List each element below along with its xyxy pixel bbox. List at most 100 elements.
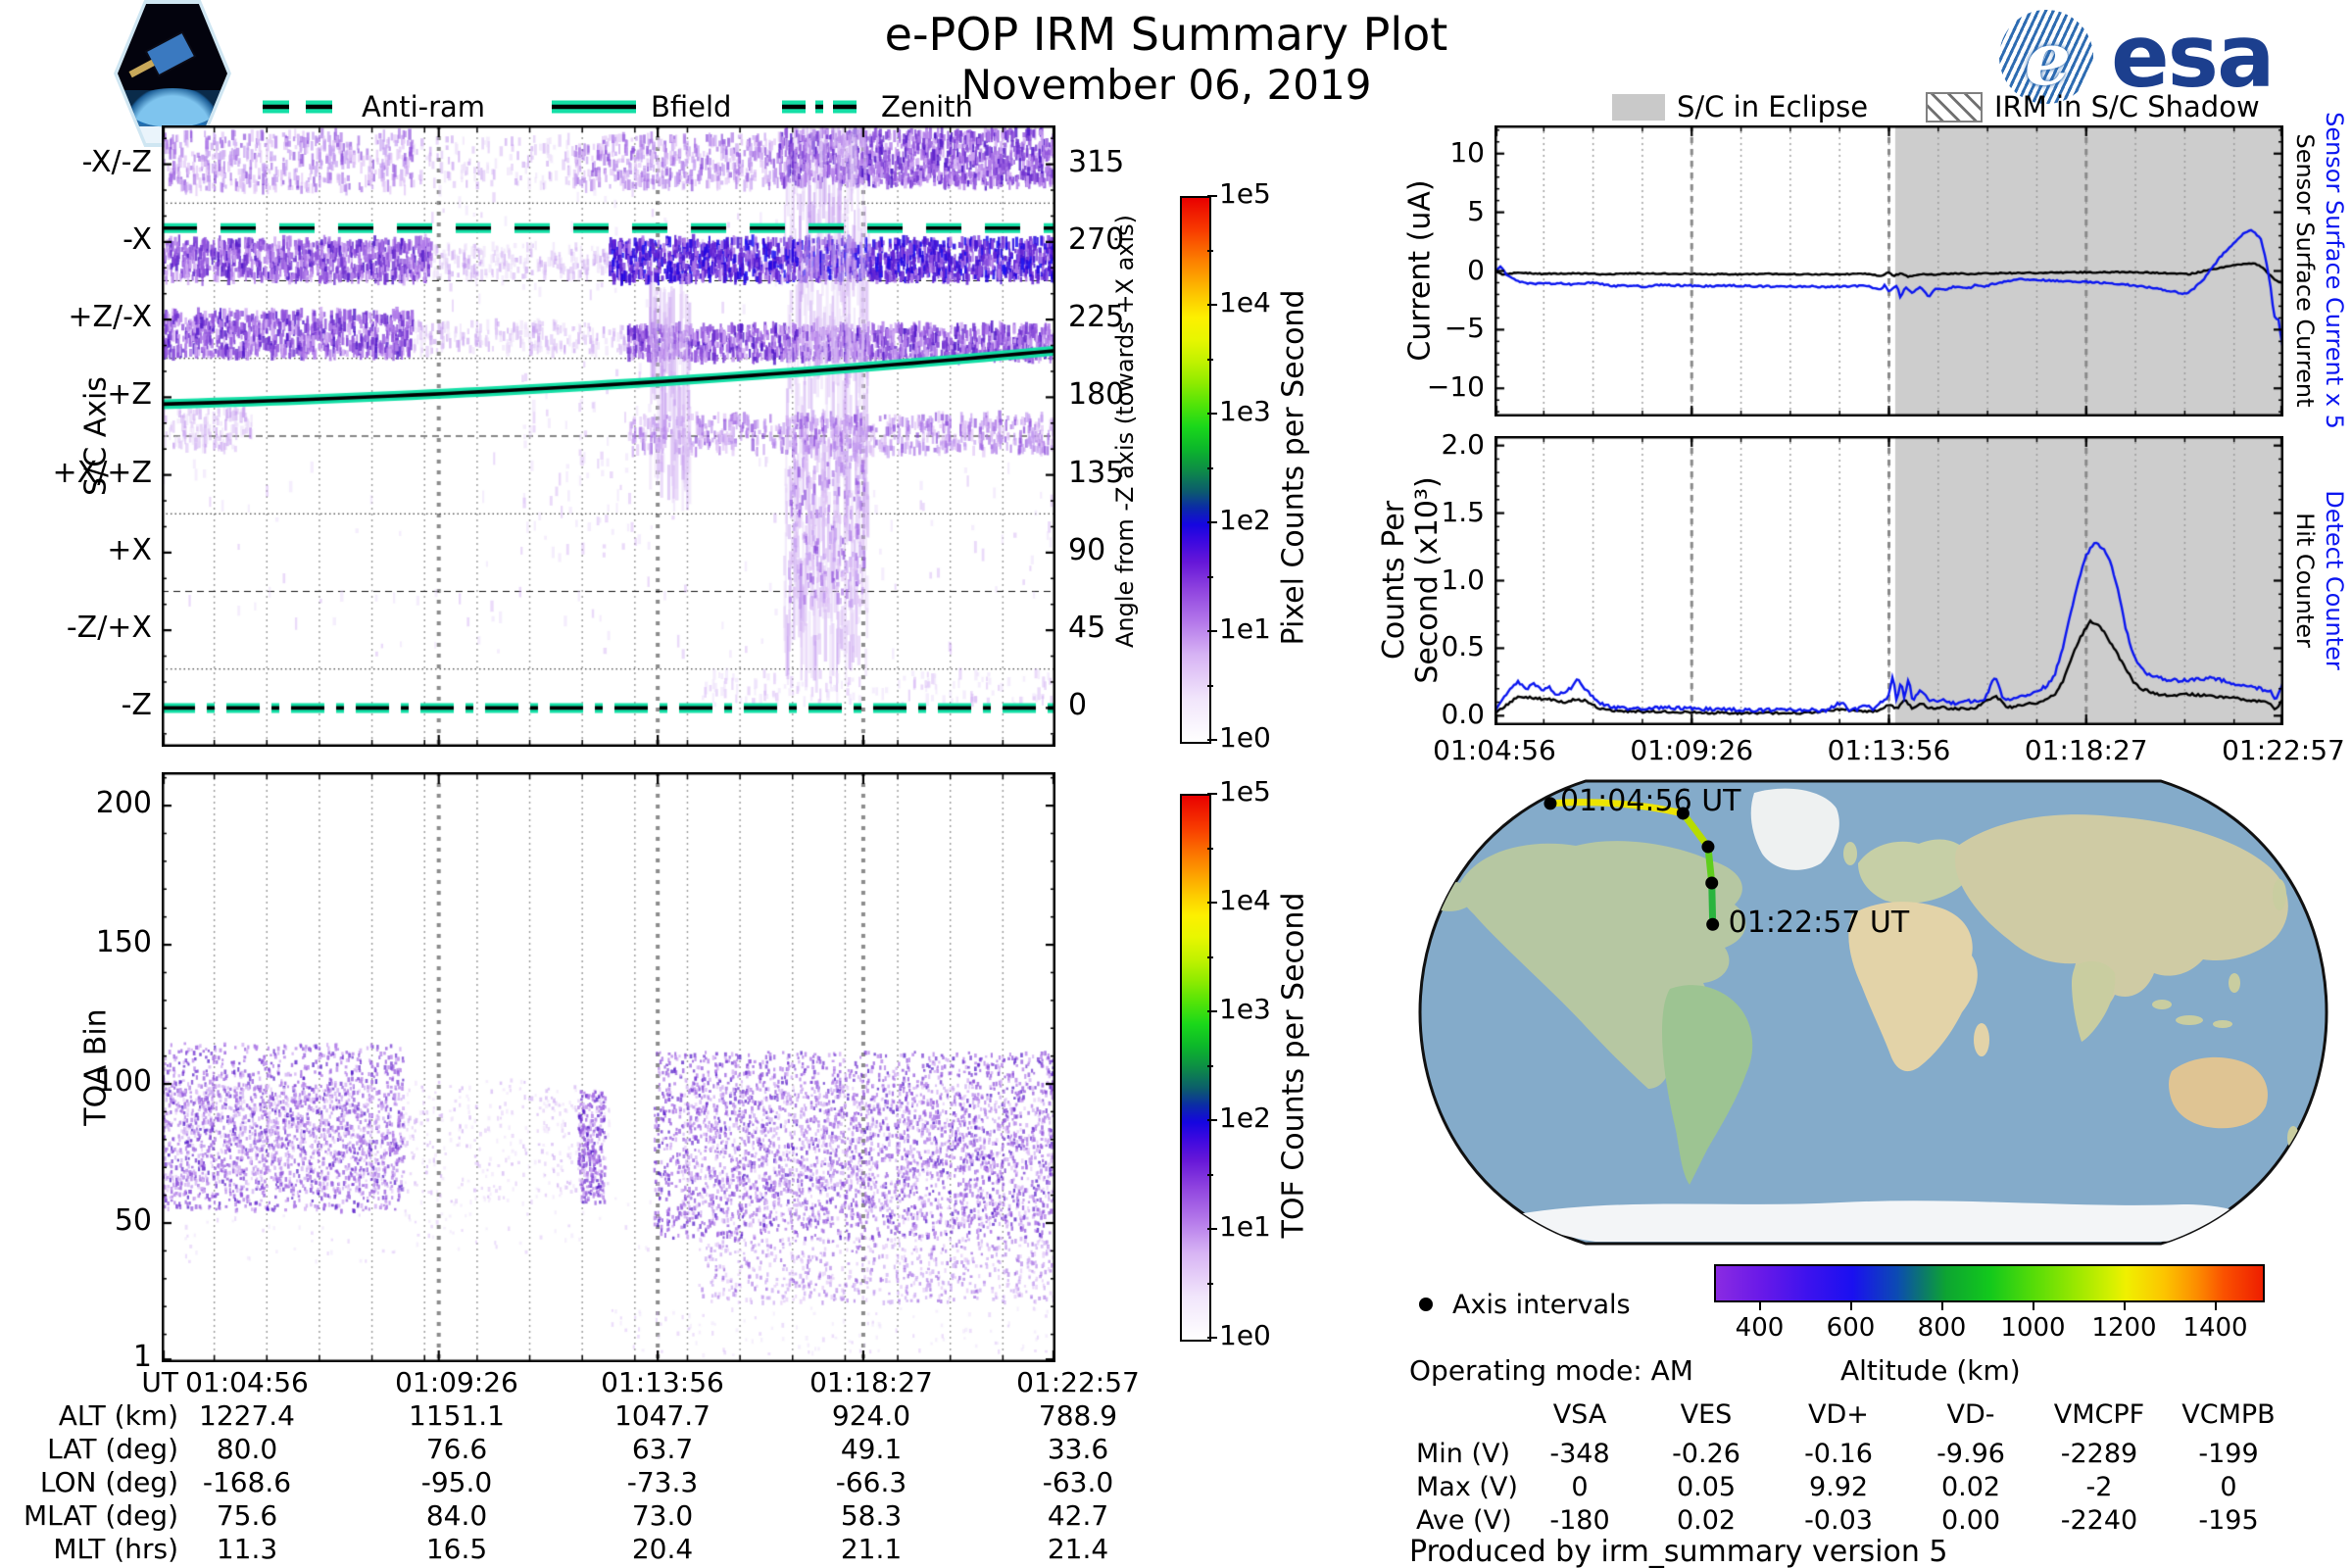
axis-interval-dot [1544, 797, 1557, 810]
british-isles [1843, 842, 1857, 865]
legend-zenith: Zenith [779, 90, 973, 123]
satellite-icon [147, 33, 194, 74]
tick-label: 200 [95, 786, 152, 821]
tick-label: 01:22:57 [2222, 734, 2345, 766]
track-start-label: 01:04:56 UT [1559, 783, 1741, 818]
axis-interval-dot [1705, 876, 1719, 890]
tick-mark [1207, 1337, 1217, 1339]
tick-label: 135 [1068, 455, 1125, 490]
legend-eclipse-label: S/C in Eclipse [1677, 90, 1869, 123]
tick-label: -X [122, 221, 152, 257]
tick-mark [1207, 739, 1217, 741]
voltage-column-header: VCMPB [2181, 1399, 2276, 1430]
tick-mark [1207, 304, 1217, 306]
tick-mark [1207, 902, 1217, 904]
tick-mark [1207, 1010, 1217, 1012]
tick-mark [1207, 466, 1213, 469]
epop-irm-summary-page: CASSIOPE e-POP IRM Summary Plot November… [0, 0, 2352, 1568]
tick-mark [1207, 684, 1213, 687]
hit-counter-right-label: Hit Counter [2291, 513, 2319, 648]
tick-mark [1207, 847, 1213, 850]
tick-label: 225 [1068, 300, 1125, 335]
tick-mark [1207, 358, 1213, 361]
axis-interval-dot [1701, 840, 1715, 854]
tick-label: 180 [1068, 377, 1125, 413]
tick-label: 1e0 [1219, 1319, 1271, 1351]
tick-label: 1.0 [1441, 563, 1485, 596]
tick-label: 1e0 [1219, 721, 1271, 754]
philippines [2229, 973, 2240, 993]
new-guinea [2213, 1020, 2232, 1028]
shadow-hatch-swatch-icon [1926, 91, 1983, 122]
ephemeris-value: 788.9 [1038, 1399, 1118, 1432]
voltage-value: -195 [2198, 1505, 2259, 1536]
tick-label: 90 [1068, 532, 1106, 567]
axis-interval-dot-icon [1419, 1298, 1433, 1311]
zenith-line-icon [782, 100, 866, 114]
tof-colorbar [1180, 794, 1211, 1342]
voltage-value: -199 [2198, 1439, 2259, 1469]
tick-label: +Z [107, 377, 152, 413]
tick-label: 1e4 [1219, 286, 1271, 318]
detect-counter-right-label: Detect Counter [2321, 490, 2348, 670]
earth-icon [127, 88, 218, 127]
tick-mark [1207, 1173, 1213, 1176]
altitude-colorbar [1714, 1264, 2265, 1302]
indochina-islands [2152, 1000, 2172, 1009]
tick-mark [1940, 1300, 1943, 1310]
toa-spectrogram [162, 772, 1055, 1362]
japan [2273, 879, 2286, 910]
legend-anti-ram-label: Anti-ram [362, 90, 486, 123]
tick-label: 1e2 [1219, 504, 1271, 536]
axis-intervals-label: Axis intervals [1452, 1290, 1631, 1320]
esa-logo-text: esa [2111, 6, 2275, 108]
tick-label: 45 [1068, 611, 1106, 646]
tick-mark [2032, 1300, 2034, 1310]
ephemeris-value: 33.6 [1047, 1433, 1109, 1465]
altitude-colorbar-title: Altitude (km) [1840, 1354, 2021, 1387]
tick-mark [1207, 1119, 1217, 1121]
tick-label: +X/+Z [52, 455, 152, 490]
tick-mark [1207, 1228, 1217, 1230]
operating-mode: Operating mode: AM [1409, 1354, 1693, 1387]
tick-label: +Z/-X [68, 300, 152, 335]
tick-mark [1207, 1064, 1213, 1067]
voltage-value: 0 [2220, 1472, 2237, 1502]
counts-plot [1494, 436, 2283, 725]
tick-label: 0 [1068, 688, 1088, 723]
produced-by: Produced by irm_summary version 5 [1409, 1535, 1948, 1568]
tick-label: -Z/+X [66, 611, 152, 646]
tick-label: 2.0 [1441, 427, 1485, 461]
tick-mark [1207, 195, 1217, 197]
ephemeris-value: -63.0 [1042, 1466, 1114, 1498]
ephemeris-value: 21.4 [1047, 1533, 1109, 1565]
tick-label: −5 [1444, 312, 1485, 345]
tick-label: 315 [1068, 144, 1125, 179]
tick-mark [1207, 413, 1217, 415]
ephemeris-value: 01:22:57 [1016, 1366, 1140, 1398]
tick-label: 50 [114, 1203, 152, 1239]
tick-mark [1207, 575, 1213, 578]
legend-shadow-label: IRM in S/C Shadow [1994, 90, 2260, 123]
world-map [1418, 779, 2328, 1246]
alaska [1423, 881, 1468, 911]
tick-label: 150 [95, 925, 152, 960]
eclipse-swatch-icon [1612, 93, 1665, 121]
tof-colorbar-title: TOF Counts per Second [1276, 892, 1311, 1239]
indonesia [2176, 1015, 2203, 1025]
tick-label: 1e2 [1219, 1102, 1271, 1134]
tick-label: 1e1 [1219, 1210, 1271, 1243]
sensor-current-x5-right-label: Sensor Surface Current x 5 [2321, 112, 2348, 429]
tick-label: 1e4 [1219, 884, 1271, 916]
legend-eclipse: S/C in Eclipse [1612, 90, 1868, 123]
axis-interval-dot [1706, 917, 1720, 931]
tick-label: 1e3 [1219, 395, 1271, 427]
tick-label: 270 [1068, 221, 1125, 257]
tick-label: 1400 [2182, 1313, 2248, 1343]
legend-bfield: Bfield [549, 90, 731, 123]
tick-mark [1849, 1300, 1852, 1310]
tick-label: -Z [121, 688, 152, 723]
sc-axis-spectrogram [162, 125, 1055, 747]
angle-axis-title: Angle from -Z axis (towards +X axis) [1111, 214, 1139, 649]
tick-label: -X/-Z [81, 144, 152, 179]
